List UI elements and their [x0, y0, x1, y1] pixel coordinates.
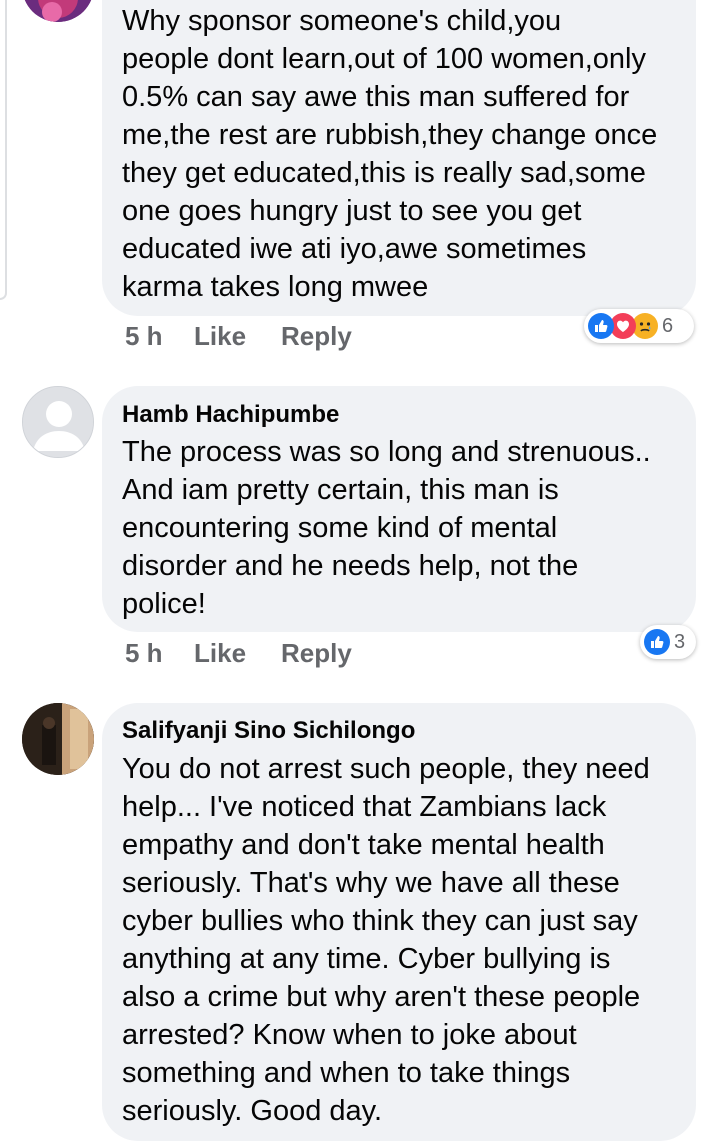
comment-actions: 5 h Like Reply	[125, 321, 352, 352]
like-icon	[644, 629, 670, 655]
comment-bubble: Hamb Hachipumbe The process was so long …	[102, 386, 696, 632]
like-icon	[588, 313, 614, 339]
reply-button[interactable]: Reply	[281, 638, 352, 669]
default-profile-icon	[23, 387, 93, 457]
avatar[interactable]	[22, 703, 94, 775]
reaction-summary[interactable]: 3	[640, 625, 696, 659]
reaction-summary[interactable]: 6	[584, 309, 694, 343]
comment-actions: 5 h Like Reply	[125, 638, 352, 669]
like-button[interactable]: Like	[194, 638, 281, 669]
reaction-count: 6	[662, 314, 674, 337]
comment-text: The process was so long and strenuous.. …	[122, 436, 651, 620]
like-button[interactable]: Like	[194, 321, 281, 352]
thread-connector-line	[0, 0, 7, 300]
avatar[interactable]	[22, 386, 94, 458]
reply-button[interactable]: Reply	[281, 321, 352, 352]
comment-text: You do not arrest such people, they need…	[122, 753, 650, 1127]
comment-author[interactable]: Salifyanji Sino Sichilongo	[122, 717, 676, 745]
comment-text: Why sponsor someone's child,you people d…	[122, 5, 658, 303]
comment-author[interactable]: Hamb Hachipumbe	[122, 401, 676, 429]
timestamp[interactable]: 5 h	[125, 321, 194, 352]
timestamp[interactable]: 5 h	[125, 638, 194, 669]
comment-bubble: Salifyanji Sino Sichilongo You do not ar…	[102, 703, 696, 1141]
comment-bubble: Why sponsor someone's child,you people d…	[102, 0, 696, 316]
reaction-count: 3	[674, 630, 686, 653]
avatar[interactable]	[22, 0, 94, 22]
